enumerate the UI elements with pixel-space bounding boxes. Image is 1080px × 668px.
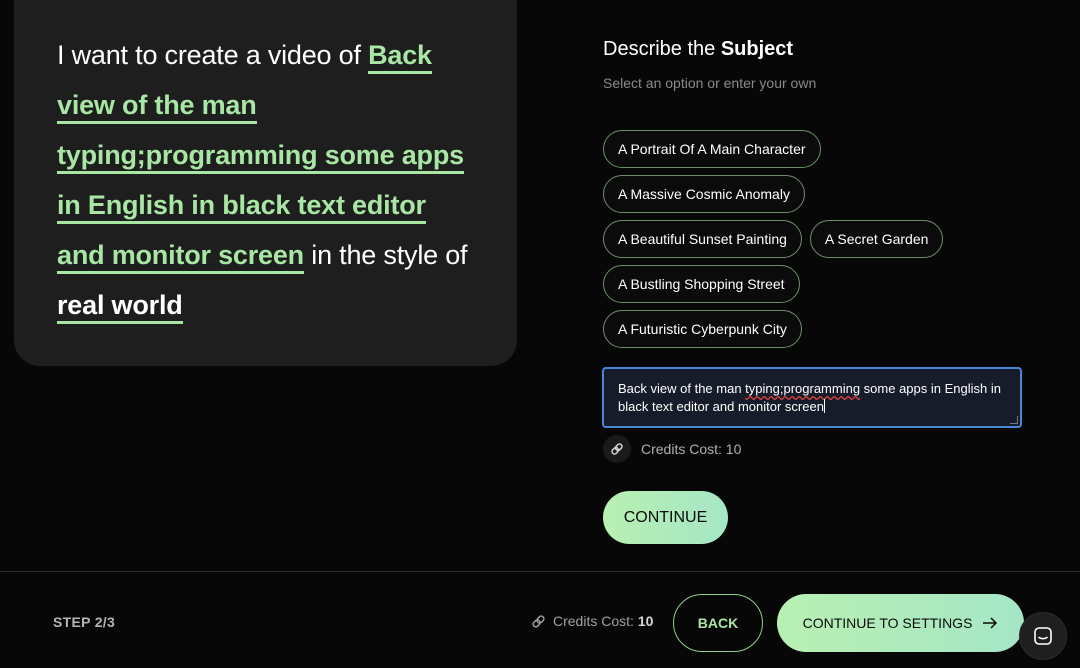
panel-title-prefix: Describe the bbox=[603, 38, 721, 60]
subject-options: A Portrait Of A Main Character A Massive… bbox=[603, 130, 1043, 355]
back-button[interactable]: BACK bbox=[673, 594, 763, 652]
prompt-middle: in the style of bbox=[303, 240, 468, 270]
option-massive-cosmic-anomaly[interactable]: A Massive Cosmic Anomaly bbox=[603, 175, 805, 213]
footer-divider bbox=[0, 571, 1080, 572]
link-coin-icon bbox=[532, 614, 545, 628]
prompt-lead: I want to create a video of bbox=[57, 40, 369, 70]
chat-launcher[interactable] bbox=[1019, 612, 1067, 660]
continue-to-settings-label: CONTINUE TO SETTINGS bbox=[802, 615, 973, 631]
link-coin-icon bbox=[603, 435, 631, 463]
credits-cost-label: Credits Cost: 10 bbox=[641, 441, 742, 457]
continue-button[interactable]: CONTINUE bbox=[603, 491, 728, 544]
prompt-summary-card: I want to create a video of Back view of… bbox=[14, 0, 517, 366]
subject-panel-header: Describe the Subject Select an option or… bbox=[603, 38, 1023, 91]
footer-credits-value: 10 bbox=[637, 613, 654, 629]
panel-subtitle: Select an option or enter your own bbox=[603, 75, 817, 91]
subject-input-misspelled: typing;programming bbox=[745, 381, 861, 396]
subject-input-text-1: Back view of the man bbox=[618, 381, 746, 396]
footer-credits: Credits Cost: 10 bbox=[531, 613, 653, 629]
panel-title: Describe the Subject bbox=[603, 38, 1023, 61]
prompt-sentence: I want to create a video of Back view of… bbox=[57, 30, 477, 330]
step-indicator: STEP 2/3 bbox=[53, 614, 116, 630]
option-portrait-main-character[interactable]: A Portrait Of A Main Character bbox=[603, 130, 821, 168]
panel-title-bold: Subject bbox=[720, 38, 794, 60]
arrow-right-icon bbox=[983, 617, 998, 629]
prompt-subject-highlight[interactable]: Back view of the man typing;programming … bbox=[57, 40, 464, 274]
prompt-style-highlight[interactable]: real world bbox=[57, 290, 183, 324]
option-bustling-shopping-street[interactable]: A Bustling Shopping Street bbox=[603, 265, 800, 303]
continue-to-settings-button[interactable]: CONTINUE TO SETTINGS bbox=[777, 594, 1024, 652]
subject-input[interactable]: Back view of the man typing;programming … bbox=[602, 367, 1022, 428]
text-cursor bbox=[823, 399, 825, 413]
chat-icon bbox=[1034, 627, 1052, 645]
footer-credits-label: Credits Cost: bbox=[553, 613, 638, 629]
credits-cost: Credits Cost: 10 bbox=[603, 435, 741, 463]
option-beautiful-sunset-painting[interactable]: A Beautiful Sunset Painting bbox=[603, 220, 802, 258]
resize-handle[interactable] bbox=[1010, 416, 1018, 424]
option-futuristic-cyberpunk-city[interactable]: A Futuristic Cyberpunk City bbox=[603, 310, 802, 348]
option-secret-garden[interactable]: A Secret Garden bbox=[809, 220, 944, 258]
